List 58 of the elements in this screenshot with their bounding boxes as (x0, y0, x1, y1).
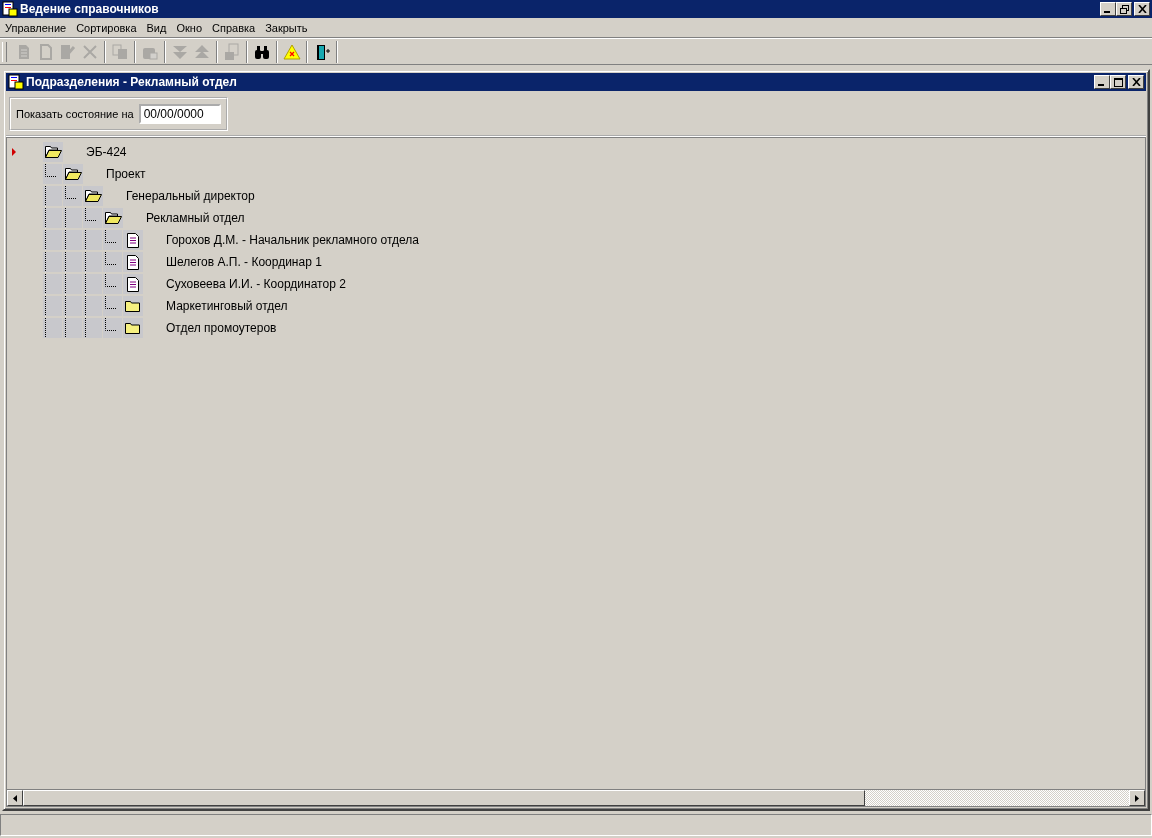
restore-icon (1119, 4, 1129, 14)
app-icon (8, 74, 24, 90)
tree-item[interactable]: Маркетинговый отдел (166, 299, 288, 313)
tree-item[interactable]: ЭБ-424 (86, 145, 127, 159)
tree-item[interactable]: Отдел промоутеров (166, 321, 277, 335)
tree-guide-icon (83, 274, 102, 294)
date-field[interactable]: 00/00/0000 (138, 104, 221, 124)
horizontal-scrollbar[interactable] (7, 789, 1145, 806)
menu-item[interactable]: Вид (141, 21, 172, 34)
scroll-thumb[interactable] (23, 790, 865, 806)
filter-label: Показать состояние на (16, 108, 134, 120)
app-icon (2, 1, 18, 17)
tree-guide-icon (43, 230, 62, 250)
window-title: Ведение справочников (20, 2, 159, 16)
tree-item[interactable]: Генеральный директор (126, 189, 255, 203)
tree-guide-icon (63, 230, 82, 250)
document-icon (127, 276, 139, 292)
document-icon (127, 254, 139, 270)
tree-guide-icon (63, 252, 82, 272)
maximize-icon (1113, 77, 1123, 87)
left-arrow-icon (13, 794, 17, 802)
minimize-button[interactable] (1100, 2, 1116, 16)
tree-guide-icon (63, 296, 82, 316)
restore-button[interactable] (1116, 2, 1132, 16)
tree-item[interactable]: Горохов Д.М. - Начальник рекламного отдела (166, 233, 419, 247)
tree-guide-icon (63, 274, 82, 294)
menu-item[interactable]: Справка (207, 21, 261, 34)
tree-guide-icon (43, 186, 62, 206)
tree-guide-icon (43, 274, 62, 294)
tree-guide-icon (83, 230, 102, 250)
close-icon (1131, 78, 1141, 86)
tree-guide-icon (83, 252, 102, 272)
close-button[interactable] (1128, 75, 1144, 89)
tree-guide-icon (43, 318, 62, 338)
tree-guide-icon (63, 318, 82, 338)
maximize-button[interactable] (1110, 75, 1126, 89)
menu-item[interactable]: Окно (171, 21, 207, 34)
tree-guide-icon (43, 208, 62, 228)
tree-item[interactable]: Проект (106, 167, 146, 181)
close-button[interactable] (1134, 2, 1150, 16)
tree-guide-icon (63, 208, 82, 228)
right-arrow-icon (1135, 794, 1139, 802)
child-window-title: Подразделения - Рекламный отдел (26, 75, 237, 89)
menu-item[interactable]: Закрыть (260, 21, 313, 34)
scroll-right-button[interactable] (1129, 790, 1145, 806)
tree-item[interactable]: Шелегов А.П. - Координар 1 (166, 255, 322, 269)
tree-item[interactable]: Рекламный отдел (146, 211, 245, 225)
tree-item[interactable]: Суховеева И.И. - Координатор 2 (166, 277, 346, 291)
menu-item[interactable]: Сортировка (71, 21, 142, 34)
menu-item[interactable]: Управление (0, 21, 72, 34)
tree-guide-icon (83, 318, 102, 338)
tree-guide-icon (83, 296, 102, 316)
close-icon (1137, 5, 1147, 13)
tree-guide-icon (43, 252, 62, 272)
minimize-button[interactable] (1094, 75, 1110, 89)
document-icon (127, 232, 139, 248)
scroll-left-button[interactable] (7, 790, 23, 806)
tree-guide-icon (43, 296, 62, 316)
